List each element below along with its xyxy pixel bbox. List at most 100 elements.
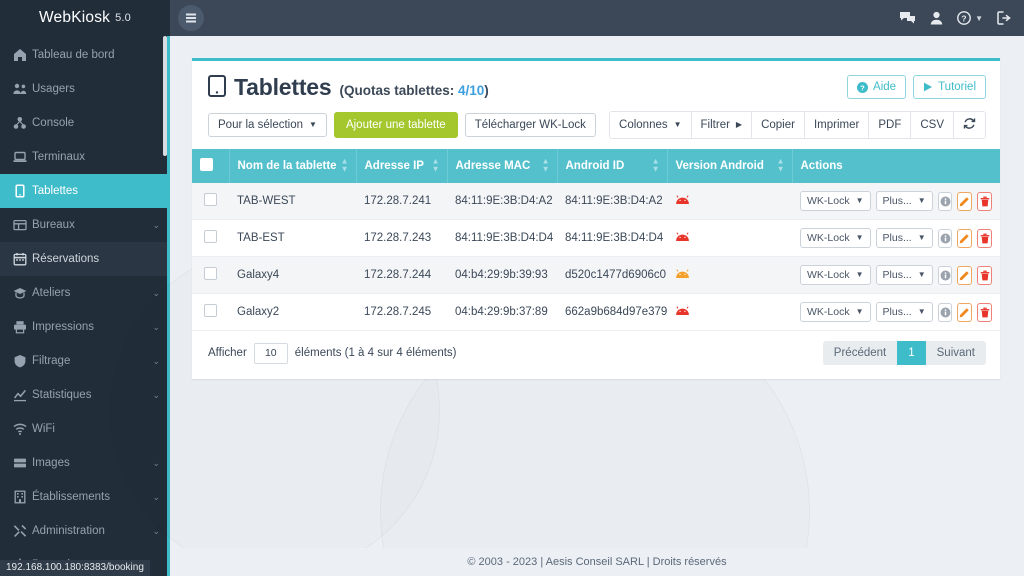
dt-button-csv[interactable]: CSV	[911, 112, 954, 138]
info-button[interactable]	[937, 265, 953, 285]
console-icon	[13, 116, 32, 130]
add-tablet-button[interactable]: Ajouter une tablette	[333, 112, 458, 138]
column-header-ip[interactable]: Adresse IP ▲ ▼	[356, 149, 448, 183]
chevron-down-icon: ⌄	[152, 219, 160, 230]
chevron-right-icon: ▶	[735, 120, 743, 129]
sidebar-scrollbar[interactable]	[163, 36, 167, 156]
browser-status-bar: 192.168.100.180:8383/booking	[0, 560, 150, 576]
dt-button-label: CSV	[920, 119, 944, 131]
column-header-mac[interactable]: Adresse MAC ▲ ▼	[447, 149, 558, 183]
edit-button[interactable]	[957, 191, 973, 211]
row-action-group: WK-Lock ▼ Plus... ▼	[800, 228, 993, 248]
logout-icon[interactable]	[997, 11, 1012, 25]
delete-button[interactable]	[977, 191, 993, 211]
sidebar-item-tablettes[interactable]: Tablettes	[0, 174, 170, 208]
card-header: Tablettes (Quotas tablettes: 4/10) ? Aid…	[192, 61, 1000, 111]
tablet-icon	[208, 75, 226, 102]
sidebar-item-ateliers[interactable]: Ateliers ⌄	[0, 276, 170, 310]
pagination-next[interactable]: Suivant	[925, 341, 986, 365]
row-checkbox[interactable]	[204, 304, 217, 317]
user-icon[interactable]	[930, 11, 943, 25]
sidebar-item-tablissements[interactable]: Établissements ⌄	[0, 480, 170, 514]
tutorial-button[interactable]: Tutoriel	[913, 75, 986, 99]
plus-dropdown[interactable]: Plus... ▼	[875, 265, 933, 285]
dt-button-pdf[interactable]: PDF	[869, 112, 912, 138]
download-wklock-button[interactable]: Télécharger WK-Lock	[464, 113, 596, 137]
chevron-down-icon: ▼	[855, 270, 864, 279]
sidebar-item-tableau-de-bord[interactable]: Tableau de bord	[0, 38, 170, 72]
pagination-previous[interactable]: Précédent	[822, 341, 898, 365]
wifi-icon	[13, 422, 32, 436]
select-all-checkbox[interactable]	[200, 158, 213, 171]
cell-android-version	[667, 219, 792, 257]
dt-button-label: PDF	[878, 119, 902, 131]
row-checkbox[interactable]	[204, 193, 217, 206]
copyright-text: © 2003 - 2023 | Aesis Conseil SARL | Dro…	[467, 556, 727, 568]
wklock-dropdown[interactable]: WK-Lock ▼	[800, 228, 871, 248]
plus-dropdown[interactable]: Plus... ▼	[875, 302, 933, 322]
wklock-dropdown[interactable]: WK-Lock ▼	[800, 302, 871, 322]
sidebar-item-administration[interactable]: Administration ⌄	[0, 514, 170, 548]
refresh-button[interactable]	[954, 112, 985, 138]
table-row[interactable]: Galaxy4 172.28.7.244 04:b4:29:9b:39:93 d520…	[192, 256, 1000, 294]
brand-name: WebKiosk	[39, 9, 111, 26]
sidebar-item-statistiques[interactable]: Statistiques ⌄	[0, 378, 170, 412]
column-header-android_id[interactable]: Android ID ▲ ▼	[557, 149, 668, 183]
sidebar-item-r-servations[interactable]: Réservations	[0, 242, 170, 276]
info-button[interactable]	[937, 228, 953, 248]
edit-button[interactable]	[957, 228, 973, 248]
edit-button[interactable]	[957, 302, 973, 322]
info-button[interactable]	[937, 302, 953, 322]
help-button[interactable]: ? Aide	[847, 75, 907, 99]
column-header-name[interactable]: Nom de la tablette ▲ ▼	[229, 149, 357, 183]
sidebar-item-wifi[interactable]: WiFi	[0, 412, 170, 446]
sidebar-item-bureaux[interactable]: Bureaux ⌄	[0, 208, 170, 242]
help-icon[interactable]: ? ▼	[957, 11, 983, 25]
android-robot-icon	[675, 305, 690, 319]
column-header-actions[interactable]: Actions	[792, 149, 1000, 183]
trash-icon	[980, 196, 989, 206]
cell-ip: 172.28.7.245	[356, 293, 447, 331]
sidebar-item-images[interactable]: Images ⌄	[0, 446, 170, 480]
sidebar-item-console[interactable]: Console	[0, 106, 170, 140]
chevron-down-icon: ▼	[917, 196, 926, 205]
pagination-page-1[interactable]: 1	[897, 341, 926, 365]
delete-button[interactable]	[977, 302, 993, 322]
table-row[interactable]: TAB-WEST 172.28.7.241 84:11:9E:3B:D4:A2 84:…	[192, 183, 1000, 220]
row-checkbox[interactable]	[204, 267, 217, 280]
cell-mac: 04:b4:29:9b:39:93	[447, 256, 557, 294]
column-header-android_version[interactable]: Version Android ▲ ▼	[667, 149, 793, 183]
delete-button[interactable]	[977, 265, 993, 285]
table-row[interactable]: TAB-EST 172.28.7.243 84:11:9E:3B:D4:D4 84:1…	[192, 219, 1000, 257]
android-robot-icon	[675, 231, 690, 245]
selection-dropdown[interactable]: Pour la sélection ▼	[208, 113, 327, 137]
plus-dropdown[interactable]: Plus... ▼	[875, 191, 933, 211]
menu-toggle-button[interactable]	[178, 5, 204, 31]
column-header-check[interactable]	[192, 149, 230, 183]
chevron-down-icon: ⌄	[152, 389, 160, 400]
cell-android-version	[667, 293, 792, 331]
info-button[interactable]	[937, 191, 953, 211]
wklock-dropdown[interactable]: WK-Lock ▼	[800, 265, 871, 285]
dt-button-copier[interactable]: Copier	[752, 112, 805, 138]
cell-actions: WK-Lock ▼ Plus... ▼	[792, 256, 1000, 294]
dt-button-colonnes[interactable]: Colonnes ▼	[610, 112, 692, 138]
wklock-dropdown[interactable]: WK-Lock ▼	[800, 191, 871, 211]
page-length-input[interactable]	[253, 342, 288, 364]
sidebar-item-label: Usagers	[32, 83, 75, 95]
sidebar-item-filtrage[interactable]: Filtrage ⌄	[0, 344, 170, 378]
grid-icon	[13, 218, 32, 232]
table-row[interactable]: Galaxy2 172.28.7.245 04:b4:29:9b:37:89 662a…	[192, 293, 1000, 331]
dt-button-imprimer[interactable]: Imprimer	[804, 112, 870, 138]
brand-logo[interactable]: WebKiosk 5.0	[0, 0, 170, 36]
chat-icon[interactable]	[899, 11, 916, 25]
plus-dropdown[interactable]: Plus... ▼	[875, 228, 933, 248]
sidebar-item-terminaux[interactable]: Terminaux	[0, 140, 170, 174]
edit-button[interactable]	[957, 265, 973, 285]
dt-button-filtrer[interactable]: Filtrer ▶	[691, 112, 753, 138]
sidebar-item-label: Administration	[32, 525, 105, 537]
delete-button[interactable]	[977, 228, 993, 248]
sidebar-item-impressions[interactable]: Impressions ⌄	[0, 310, 170, 344]
row-checkbox[interactable]	[204, 230, 217, 243]
sidebar-item-usagers[interactable]: Usagers	[0, 72, 170, 106]
